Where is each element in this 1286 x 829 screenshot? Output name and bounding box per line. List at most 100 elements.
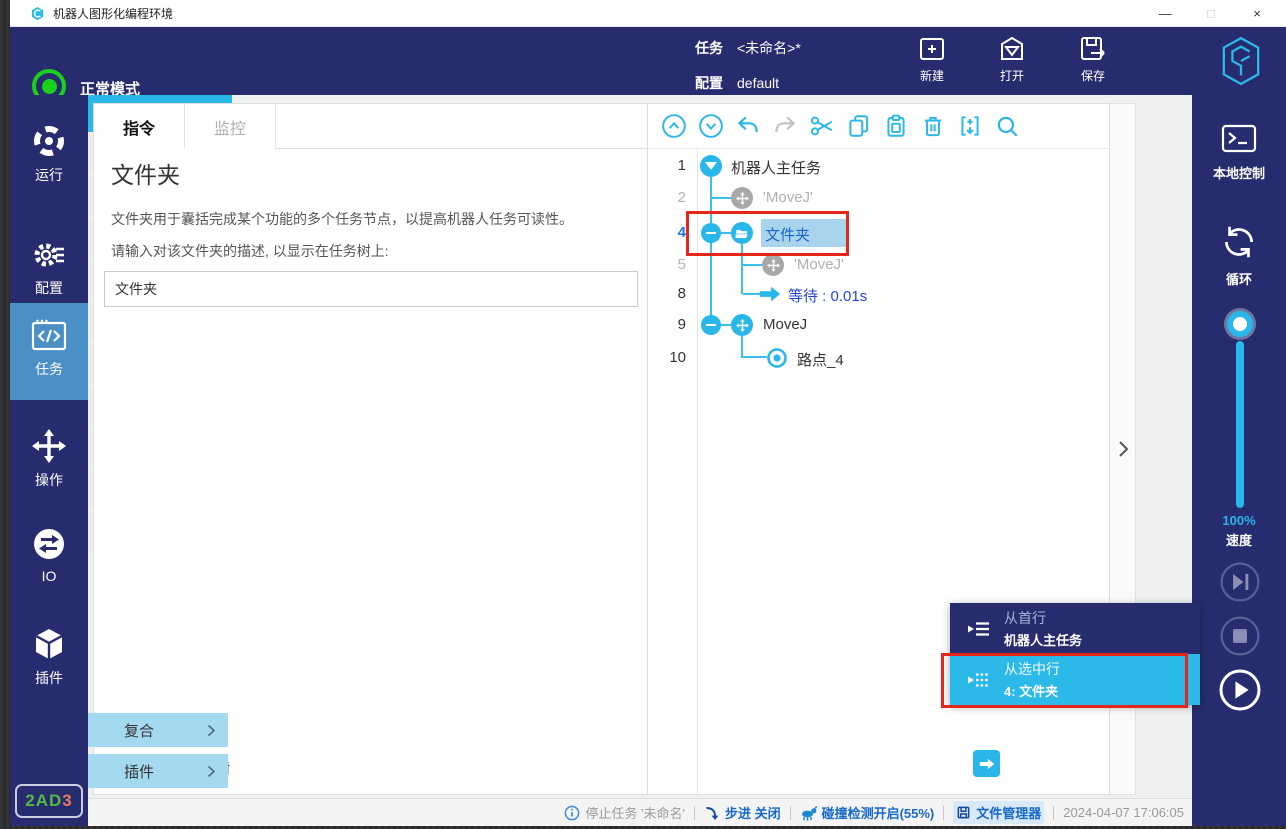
sidebar-item-label: 运行 [10, 165, 88, 185]
search-button[interactable] [993, 113, 1020, 140]
tab-instruction[interactable]: 指令 [94, 104, 185, 149]
loop-icon [1192, 221, 1286, 263]
popup-item-title: 从首行 [1004, 608, 1082, 628]
play-button[interactable] [1217, 667, 1263, 713]
step-mode-text: 步进 关闭 [725, 803, 781, 822]
tree-row-wait[interactable]: 8 等待 : 0.01s [648, 280, 1108, 308]
delete-button[interactable] [919, 113, 946, 140]
sidebar-item-io[interactable]: IO [10, 518, 88, 590]
app-logo-icon [30, 6, 45, 21]
chevron-right-icon [207, 765, 216, 778]
popup-item-from-selected-line[interactable]: 从选中行 4: 文件夹 [950, 654, 1200, 705]
expand-icon[interactable] [700, 155, 722, 177]
folder-description: 文件夹用于囊括完成某个功能的多个任务节点，以提高机器人任务可读性。 [111, 209, 573, 229]
move-down-button[interactable] [697, 113, 724, 140]
stop-task-status: 停止任务 '未命名' [564, 803, 685, 822]
movej-icon [731, 187, 753, 209]
save-task-icon [1061, 34, 1125, 64]
minimize-button[interactable]: — [1142, 0, 1188, 27]
status-badge: 2AD3 [15, 784, 83, 818]
collision-detect-status[interactable]: 碰撞检测开启(55%) [800, 803, 935, 822]
popup-item-from-first-line[interactable]: 从首行 机器人主任务 [950, 603, 1200, 654]
loop-button[interactable]: 循环 [1192, 221, 1286, 288]
tree-row-movej[interactable]: 9 MoveJ [648, 311, 1108, 339]
move-up-button[interactable] [660, 113, 687, 140]
open-task-button[interactable]: 打开 [980, 34, 1044, 84]
tree-row-movej-child[interactable]: 5 'MoveJ' [648, 251, 1108, 279]
sidebar-item-operate[interactable]: 操作 [10, 420, 88, 498]
title-bar: 机器人图形化编程环境 — □ × [10, 0, 1286, 27]
row-label: 路点_4 [797, 349, 844, 370]
row-number: 9 [648, 316, 686, 333]
move-arrows-icon [10, 428, 88, 464]
file-manager-text: 文件管理器 [976, 803, 1041, 822]
tree-row-waypoint[interactable]: 10 路点_4 [648, 344, 1108, 372]
sidebar-item-config[interactable]: 配置 [10, 228, 88, 306]
tab-monitor[interactable]: 监控 [185, 104, 276, 149]
open-task-label: 打开 [980, 67, 1044, 84]
undo-button[interactable] [734, 113, 761, 140]
insert-button[interactable] [956, 113, 983, 140]
plugin-cube-icon [10, 626, 88, 662]
separator [1053, 806, 1054, 820]
row-label: 机器人主任务 [731, 157, 821, 178]
folder-title: 文件夹 [111, 156, 180, 190]
redo-button[interactable] [771, 113, 798, 140]
open-task-icon [980, 34, 1044, 64]
row-label: 等待 : 0.01s [788, 285, 867, 306]
collapse-icon[interactable] [701, 315, 721, 335]
sidebar-nav: 运行 配置 任务 操作 IO 插件 2AD3 [10, 95, 88, 826]
file-manager-icon [956, 805, 971, 820]
badge-green-text: 2AD [25, 791, 62, 811]
sidebar-item-label: 插件 [10, 668, 88, 688]
step-forward-button[interactable] [1217, 559, 1263, 605]
tree-toolbar [648, 104, 1108, 149]
popup-item-subtitle: 4: 文件夹 [1004, 681, 1060, 700]
file-manager-button[interactable]: 文件管理器 [953, 801, 1044, 824]
step-mode-status[interactable]: 步进 关闭 [704, 803, 781, 822]
folder-icon [731, 222, 753, 244]
io-icon [10, 526, 88, 562]
group-composite-button[interactable]: 复合 [88, 713, 228, 747]
tree-row-movej-disabled[interactable]: 2 'MoveJ' [648, 184, 1108, 212]
paste-button[interactable] [882, 113, 909, 140]
local-control-button[interactable]: 本地控制 [1192, 121, 1286, 182]
folder-name-input[interactable] [104, 271, 638, 307]
status-bar: 停止任务 '未命名' 步进 关闭 碰撞检测开启(55%) 文件管理器 2024-… [88, 798, 1192, 826]
separator [694, 806, 695, 820]
sidebar-item-plugin[interactable]: 插件 [10, 618, 88, 696]
tree-row-main-task[interactable]: 1 机器人主任务 [648, 152, 1108, 180]
speed-slider-track[interactable] [1236, 341, 1244, 508]
copy-button[interactable] [845, 113, 872, 140]
wait-arrow-icon [758, 285, 782, 303]
run-from-popup-menu: 从首行 机器人主任务 从选中行 4: 文件夹 [950, 603, 1200, 705]
sidebar-item-label: IO [10, 568, 88, 584]
sidebar-item-task[interactable]: 任务 [10, 303, 88, 400]
gear-icon [10, 236, 88, 272]
maximize-button[interactable]: □ [1188, 0, 1234, 27]
close-button[interactable]: × [1234, 0, 1280, 27]
group-label: 插件 [124, 761, 154, 782]
tree-row-folder-selected[interactable]: 4 文件夹 [648, 219, 1108, 247]
new-task-label: 新建 [900, 67, 964, 84]
insert-position-button[interactable] [973, 750, 1000, 777]
sidebar-item-run[interactable]: 运行 [10, 115, 88, 193]
stop-button[interactable] [1217, 613, 1263, 659]
panel-tabbar: 指令 监控 [94, 104, 647, 149]
task-config-fields: 任务 <未命名>* 配置 default [695, 34, 801, 96]
task-field-value: <未命名>* [737, 38, 801, 58]
cut-button[interactable] [808, 113, 835, 140]
collapse-icon[interactable] [701, 223, 721, 243]
config-field-value: default [737, 75, 779, 91]
speed-slider-knob[interactable] [1227, 311, 1253, 337]
control-rail: 本地控制 循环 100% 速度 [1192, 95, 1286, 826]
separator [943, 806, 944, 820]
info-icon [564, 805, 580, 821]
row-label: 'MoveJ' [763, 189, 813, 206]
new-task-button[interactable]: 新建 [900, 34, 964, 84]
row-number: 10 [648, 349, 686, 366]
group-plugin-button[interactable]: 插件 [88, 754, 228, 788]
row-label: MoveJ [763, 316, 807, 333]
save-task-button[interactable]: 保存 [1061, 34, 1125, 84]
config-field-label: 配置 [695, 73, 723, 93]
